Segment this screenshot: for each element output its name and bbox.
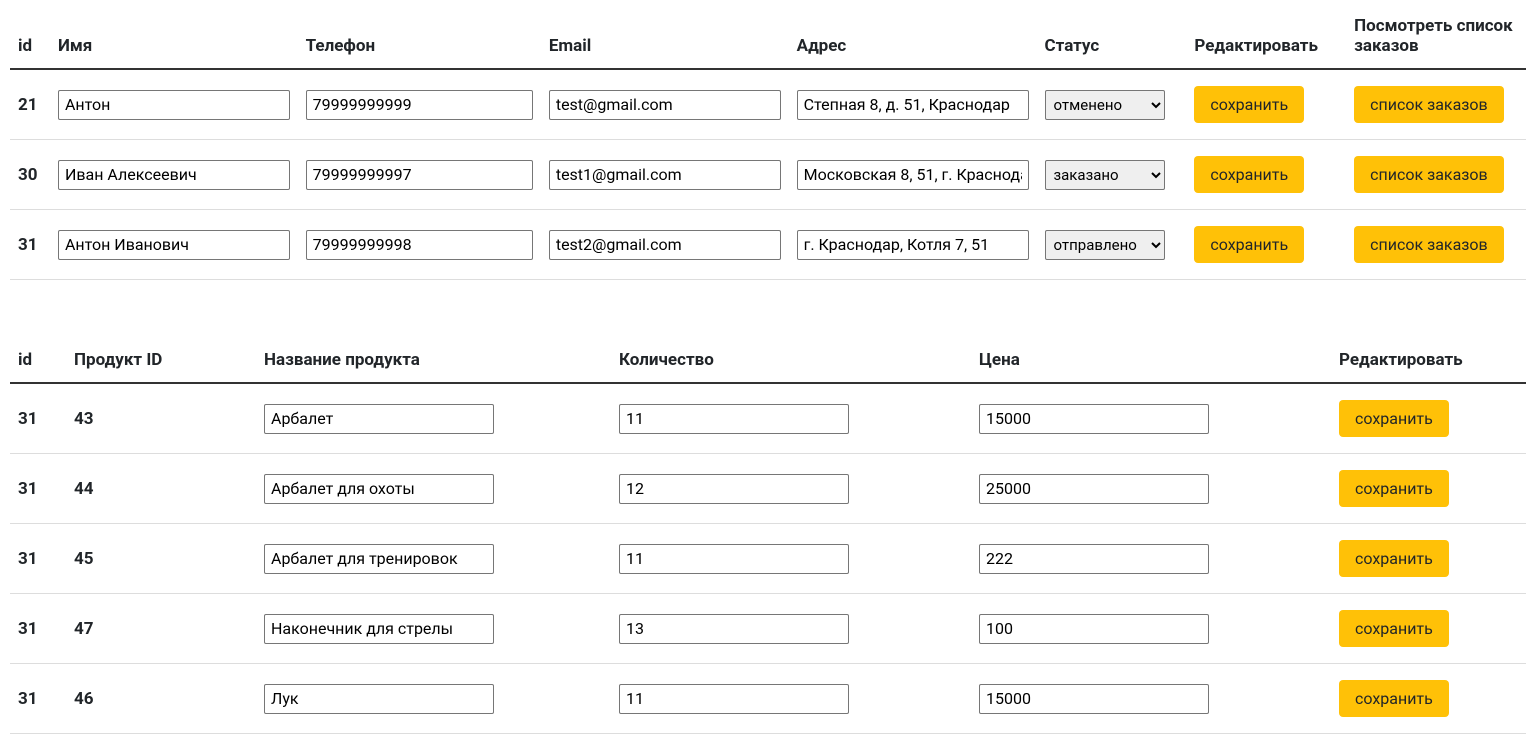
customer-id: 31: [10, 210, 50, 280]
product-id: 45: [66, 524, 256, 594]
orders-list-button[interactable]: список заказов: [1354, 226, 1504, 263]
customer-address-input[interactable]: [797, 160, 1029, 190]
customers-header-id: id: [10, 6, 50, 69]
customer-address-input[interactable]: [797, 230, 1029, 260]
order-id: 31: [10, 594, 66, 664]
products-table: id Продукт ID Название продукта Количест…: [10, 340, 1526, 734]
orders-list-button[interactable]: список заказов: [1354, 86, 1504, 123]
products-header-product-id: Продукт ID: [66, 340, 256, 383]
table-row: 3146 сохранить: [10, 664, 1526, 734]
product-id: 47: [66, 594, 256, 664]
product-price-input[interactable]: [979, 684, 1209, 714]
products-tbody: 3143сохранить3144сохранить3145сохранить3…: [10, 383, 1526, 734]
products-header-edit: Редактировать: [1331, 340, 1526, 383]
product-quantity-input[interactable]: [619, 544, 849, 574]
customer-email-input[interactable]: [549, 90, 781, 120]
customers-header-edit: Редактировать: [1186, 6, 1346, 69]
product-id: 44: [66, 454, 256, 524]
products-header-price: Цена: [971, 340, 1331, 383]
customers-header-phone: Телефон: [298, 6, 541, 69]
customer-status-select[interactable]: отмененозаказаноотправлено: [1045, 90, 1165, 120]
customer-name-input[interactable]: [58, 230, 290, 260]
product-product-name-input[interactable]: [264, 684, 494, 714]
product-quantity-input[interactable]: [619, 474, 849, 504]
customer-email-input[interactable]: [549, 160, 781, 190]
products-header-quantity: Количество: [611, 340, 971, 383]
table-row: 3147 сохранить: [10, 594, 1526, 664]
product-product-name-input[interactable]: [264, 614, 494, 644]
product-id: 46: [66, 664, 256, 734]
save-button[interactable]: сохранить: [1339, 540, 1449, 577]
product-product-name-input[interactable]: [264, 404, 494, 434]
product-price-input[interactable]: [979, 474, 1209, 504]
customers-header-status: Статус: [1037, 6, 1187, 69]
table-row: 3145 сохранить: [10, 524, 1526, 594]
table-row: 21 отмененозаказаноотправлено сохранить спи…: [10, 69, 1526, 140]
order-id: 31: [10, 454, 66, 524]
product-product-name-input[interactable]: [264, 474, 494, 504]
customer-email-input[interactable]: [549, 230, 781, 260]
save-button[interactable]: сохранить: [1194, 156, 1304, 193]
customers-tbody: 21 отмененозаказаноотправлено сохранить спи…: [10, 69, 1526, 280]
product-quantity-input[interactable]: [619, 614, 849, 644]
save-button[interactable]: сохранить: [1194, 226, 1304, 263]
customer-phone-input[interactable]: [306, 90, 533, 120]
customer-address-input[interactable]: [797, 90, 1029, 120]
table-row: 31 отмененозаказаноотправлено сохранить спи…: [10, 210, 1526, 280]
product-price-input[interactable]: [979, 404, 1209, 434]
products-header-id: id: [10, 340, 66, 383]
order-id: 31: [10, 524, 66, 594]
product-quantity-input[interactable]: [619, 684, 849, 714]
table-row: 3144 сохранить: [10, 454, 1526, 524]
customer-id: 30: [10, 140, 50, 210]
save-button[interactable]: сохранить: [1339, 400, 1449, 437]
product-price-input[interactable]: [979, 614, 1209, 644]
order-id: 31: [10, 383, 66, 454]
customer-name-input[interactable]: [58, 90, 290, 120]
product-price-input[interactable]: [979, 544, 1209, 574]
product-id: 43: [66, 383, 256, 454]
save-button[interactable]: сохранить: [1339, 610, 1449, 647]
table-row: 30 отмененозаказаноотправлено сохранить спи…: [10, 140, 1526, 210]
save-button[interactable]: сохранить: [1339, 470, 1449, 507]
save-button[interactable]: сохранить: [1339, 680, 1449, 717]
product-product-name-input[interactable]: [264, 544, 494, 574]
customer-phone-input[interactable]: [306, 160, 533, 190]
customer-name-input[interactable]: [58, 160, 290, 190]
customer-id: 21: [10, 69, 50, 140]
customer-status-select[interactable]: отмененозаказаноотправлено: [1045, 230, 1165, 260]
table-row: 3143 сохранить: [10, 383, 1526, 454]
customers-header-orders: Посмотреть список заказов: [1346, 6, 1526, 69]
customers-table: id Имя Телефон Email Адрес Статус Редакт…: [10, 6, 1526, 280]
customer-phone-input[interactable]: [306, 230, 533, 260]
order-id: 31: [10, 664, 66, 734]
products-header-product-name: Название продукта: [256, 340, 611, 383]
customers-header-name: Имя: [50, 6, 298, 69]
customers-header-address: Адрес: [789, 6, 1037, 69]
save-button[interactable]: сохранить: [1194, 86, 1304, 123]
customer-status-select[interactable]: отмененозаказаноотправлено: [1045, 160, 1165, 190]
customers-header-email: Email: [541, 6, 789, 69]
orders-list-button[interactable]: список заказов: [1354, 156, 1504, 193]
product-quantity-input[interactable]: [619, 404, 849, 434]
